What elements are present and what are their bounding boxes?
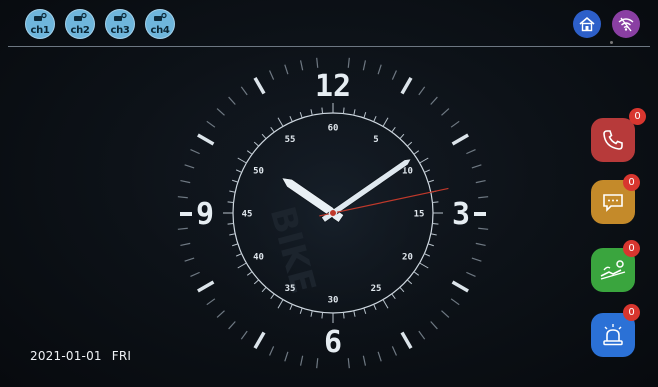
inner-tick [342, 312, 345, 319]
home-screen: ch1 ch2 ch3 ch4 BIKE 60 5 10 15 20 25 30… [0, 0, 658, 387]
channel-label: ch2 [70, 24, 90, 36]
minute-label: 35 [285, 284, 296, 294]
channel-1-button[interactable]: ch1 [25, 9, 55, 39]
minute-label: 45 [242, 210, 253, 220]
minute-label: 60 [328, 124, 339, 134]
hour-numeral: 6 [324, 325, 342, 360]
message-icon [603, 194, 623, 212]
call-badge: 0 [629, 108, 646, 125]
inner-tick [227, 222, 234, 225]
clock-hub [329, 209, 337, 217]
hour-numeral: 3 [452, 197, 470, 232]
camera-icon [153, 12, 167, 25]
camera-icon [113, 12, 127, 25]
minute-label: 55 [285, 135, 296, 145]
minute-label: 20 [402, 253, 413, 263]
alarm-badge: 0 [623, 304, 640, 321]
inner-tick [342, 107, 345, 114]
channel-3-button[interactable]: ch3 [105, 9, 135, 39]
minute-label: 50 [253, 167, 264, 177]
inner-tick [227, 201, 234, 204]
inner-tick [321, 312, 324, 319]
minute-label: 25 [371, 284, 382, 294]
channel-label: ch3 [110, 24, 130, 36]
alarm-icon [603, 324, 623, 346]
home-button[interactable] [573, 10, 601, 38]
date-text: 2021-01-01 [30, 349, 102, 363]
date-display: 2021-01-01 FRI [30, 349, 141, 363]
channel-2-button[interactable]: ch2 [65, 9, 95, 39]
call-button[interactable] [591, 118, 635, 162]
minute-label: 30 [328, 296, 339, 306]
indicator-dot [610, 41, 613, 44]
top-bar: ch1 ch2 ch3 ch4 [0, 0, 658, 46]
hour-numeral: 9 [196, 197, 214, 232]
minute-label: 40 [253, 253, 264, 263]
message-badge: 0 [623, 174, 640, 191]
hour-numeral: 12 [315, 69, 351, 104]
inner-tick [432, 222, 439, 225]
wifi-off-icon [618, 17, 634, 32]
wifi-button[interactable] [612, 10, 640, 38]
channel-label: ch1 [30, 24, 50, 36]
analog-clock: BIKE 60510152025303540455055 12369 [173, 53, 493, 373]
camera-icon [73, 12, 87, 25]
channel-label: ch4 [150, 24, 170, 36]
monitor-icon [600, 260, 626, 280]
weekday-text: FRI [111, 349, 132, 363]
top-divider [8, 46, 650, 47]
home-icon [579, 16, 595, 32]
phone-icon [603, 130, 623, 150]
monitor-badge: 0 [623, 240, 640, 257]
camera-icon [33, 12, 47, 25]
minute-label: 15 [414, 210, 425, 220]
minute-label: 5 [373, 135, 378, 145]
inner-tick [321, 107, 324, 114]
channel-4-button[interactable]: ch4 [145, 9, 175, 39]
inner-tick [432, 201, 439, 204]
